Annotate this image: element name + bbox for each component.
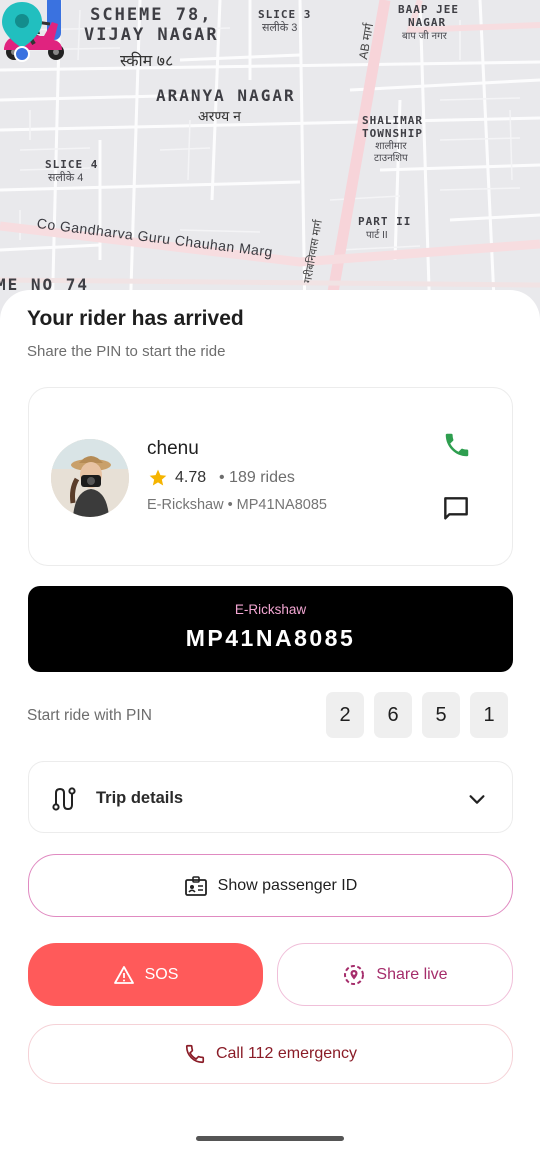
- chevron-down-icon: [469, 795, 485, 804]
- share-live-label: Share live: [376, 965, 448, 983]
- show-passenger-id-label: Show passenger ID: [217, 876, 358, 894]
- map-label-aranya-hindi: अरण्य न: [198, 108, 241, 124]
- map-label-slice4: SLICE 4: [45, 158, 99, 171]
- route-icon: [52, 787, 76, 811]
- pin-digit-2: 6: [374, 692, 412, 738]
- phone-icon[interactable]: [442, 430, 472, 460]
- map-label-slice4-hindi: सलीके 4: [48, 172, 84, 184]
- id-card-icon: [184, 875, 207, 896]
- pin-label: Start ride with PIN: [27, 707, 152, 724]
- warning-triangle-icon: [113, 965, 134, 984]
- driver-vehicle-info: E-Rickshaw • MP41NA8085: [147, 497, 327, 513]
- map-label-part2: PART II: [358, 215, 412, 228]
- map-pin-icon: [2, 2, 42, 62]
- call-emergency-button[interactable]: Call 112 emergency: [28, 1024, 513, 1084]
- map-label-slice3-hindi: सलीके 3: [262, 22, 298, 34]
- driver-rating: 4.78: [175, 469, 207, 486]
- sheet-subtitle: Share the PIN to start the ride: [27, 343, 226, 360]
- pin-digit-4: 1: [470, 692, 508, 738]
- map-label-shalimar-hindi: शालीमार टाउनशिप: [374, 141, 408, 164]
- map-label-scheme78: SCHEME 78, VIJAY NAGAR: [84, 5, 219, 45]
- map-label-scheme78-hindi: स्कीम ७८: [120, 53, 174, 70]
- map-label-aranya: ARANYA NAGAR: [156, 86, 296, 105]
- driver-rides-count: • 189 rides: [219, 469, 295, 486]
- share-live-button[interactable]: Share live: [277, 943, 513, 1006]
- driver-name: chenu: [147, 438, 199, 459]
- call-emergency-label: Call 112 emergency: [215, 1045, 358, 1062]
- star-icon: [149, 469, 167, 486]
- trip-details-label: Trip details: [96, 789, 184, 807]
- plate-number: MP41NA8085: [185, 625, 356, 651]
- map-label-shalimar: SHALIMAR TOWNSHIP: [362, 114, 423, 140]
- map-label-part2-hindi: पार्ट II: [366, 230, 388, 241]
- home-indicator[interactable]: [196, 1136, 344, 1141]
- chat-bubble-icon[interactable]: [440, 493, 472, 525]
- map-label-baap-jee-hindi: बाप जी नगर: [402, 31, 447, 42]
- trip-details-toggle[interactable]: Trip details: [28, 761, 513, 833]
- plate-vehicle-type: E-Rickshaw: [234, 602, 307, 617]
- sheet-title: Your rider has arrived: [27, 307, 244, 330]
- map-label-baap-jee-nagar: NAGAR: [408, 16, 447, 29]
- pin-digit-1: 2: [326, 692, 364, 738]
- share-location-icon: [344, 964, 365, 985]
- map-label-baap-jee: BAAP JEE: [398, 3, 459, 16]
- map-label-slice3: SLICE 3: [258, 8, 312, 21]
- ride-status-sheet: Your rider has arrived Share the PIN to …: [0, 290, 540, 1156]
- sos-button[interactable]: SOS: [28, 943, 263, 1006]
- driver-card: chenu 4.78 • 189 rides E-Rickshaw • MP41…: [28, 387, 513, 566]
- show-passenger-id-button[interactable]: Show passenger ID: [28, 854, 513, 917]
- sos-label: SOS: [144, 965, 179, 983]
- license-plate-card: E-Rickshaw MP41NA8085: [28, 586, 513, 672]
- map-view[interactable]: SCHEME 78, VIJAY NAGAR स्कीम ७८ SLICE 3 …: [0, 0, 540, 320]
- pin-digit-3: 5: [422, 692, 460, 738]
- phone-outline-icon: [185, 1044, 205, 1064]
- avatar: [51, 439, 129, 517]
